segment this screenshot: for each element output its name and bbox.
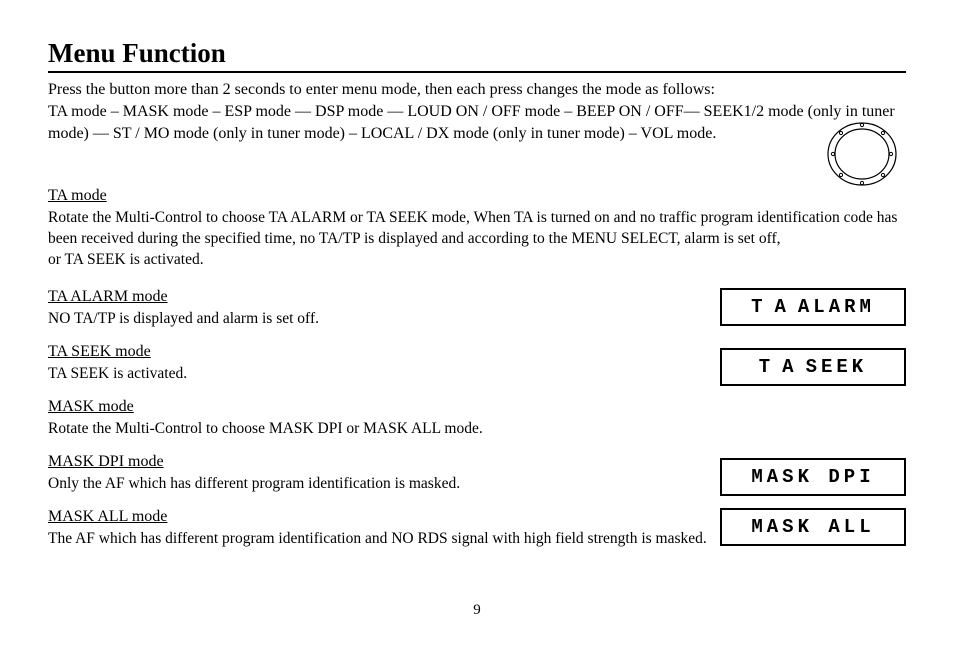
lcd-mask-all: MASK ALL	[720, 508, 906, 546]
lcd-text: ALARM	[798, 296, 875, 318]
lcd-text: TA	[751, 296, 798, 318]
section-mask-mode: MASK mode Rotate the Multi-Control to ch…	[48, 398, 906, 439]
intro-line-2: TA mode – MASK mode – ESP mode ― DSP mod…	[48, 101, 906, 145]
manual-page: Menu Function Press the button more than…	[0, 0, 954, 649]
body-ta-mode: Rotate the Multi-Control to choose TA AL…	[48, 207, 906, 270]
lcd-text: MASK	[751, 466, 813, 488]
lcd-text: TA	[759, 356, 806, 378]
lcd-mask-dpi: MASK DPI	[720, 458, 906, 496]
lcd-text: MASK	[751, 516, 813, 538]
lcd-ta-seek: TA SEEK	[720, 348, 906, 386]
page-title: Menu Function	[48, 38, 906, 69]
lcd-ta-alarm: TA ALARM	[720, 288, 906, 326]
section-ta-mode: TA mode Rotate the Multi-Control to choo…	[48, 187, 906, 270]
rotary-knob-icon	[826, 118, 898, 190]
heading-ta-mode: TA mode	[48, 187, 906, 205]
title-rule	[48, 71, 906, 73]
heading-mask-mode: MASK mode	[48, 398, 906, 416]
lcd-text: DPI	[828, 466, 874, 488]
lcd-text: SEEK	[806, 356, 868, 378]
lcd-text: ALL	[828, 516, 874, 538]
body-mask-mode: Rotate the Multi-Control to choose MASK …	[48, 418, 906, 439]
page-number: 9	[0, 602, 954, 619]
intro-line-1: Press the button more than 2 seconds to …	[48, 79, 906, 101]
